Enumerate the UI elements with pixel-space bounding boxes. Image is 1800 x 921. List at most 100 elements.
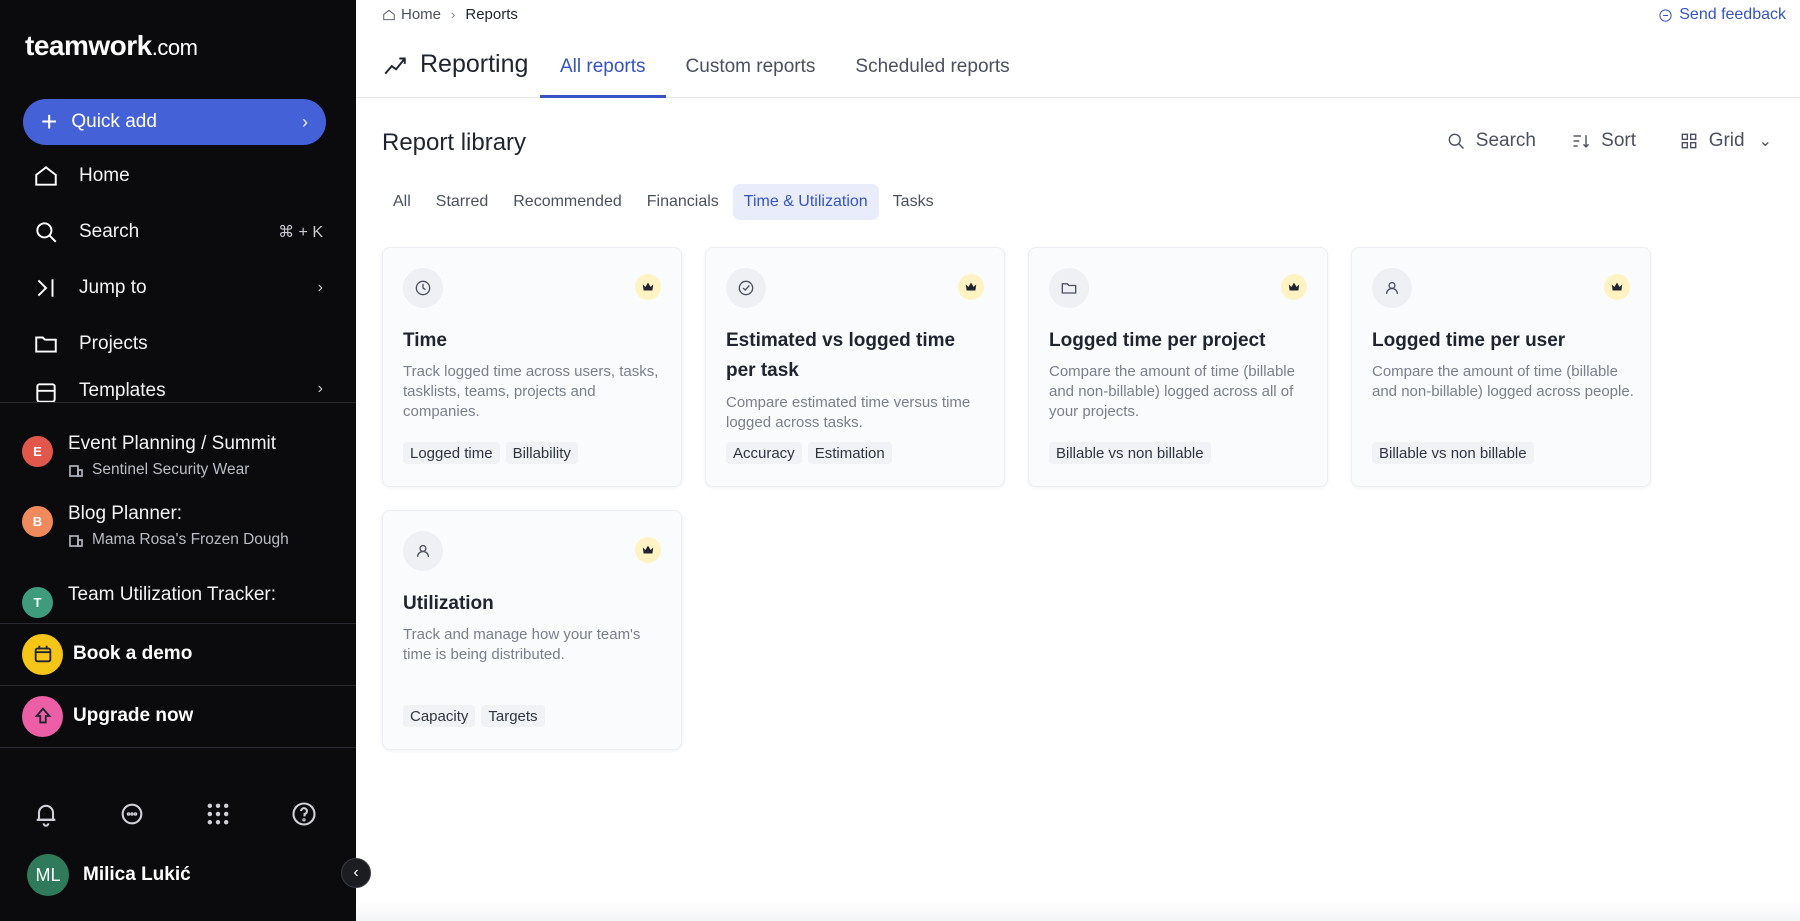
- home-icon: [383, 9, 395, 20]
- help-icon[interactable]: [290, 800, 318, 828]
- project-client: Sentinel Security Wear: [68, 461, 249, 479]
- upgrade-arrow-icon: [22, 695, 63, 737]
- plus-icon: +: [41, 106, 58, 137]
- sidebar-item-home[interactable]: Home: [33, 156, 323, 196]
- sidebar-item-search[interactable]: Search ⌘ + K: [33, 212, 323, 252]
- quick-add-button[interactable]: + Quick add ›: [23, 99, 326, 145]
- book-demo-label: Book a demo: [73, 643, 193, 664]
- report-card-description: Track logged time across users, tasks, t…: [403, 363, 659, 420]
- logo-suffix: .com: [151, 35, 198, 60]
- chevron-right-icon: ›: [302, 111, 308, 132]
- user-profile[interactable]: ML Milica Lukić: [27, 854, 191, 896]
- sidebar-item-label: Search: [79, 221, 140, 242]
- chat-icon[interactable]: [118, 800, 146, 828]
- bell-icon[interactable]: [32, 800, 60, 828]
- check-circle-icon: [726, 268, 766, 308]
- category-filters: All Starred Recommended Financials Time …: [382, 184, 948, 220]
- report-card-description: Track and manage how your team's time is…: [403, 626, 641, 663]
- project-title: Blog Planner:: [68, 503, 183, 524]
- reporting-icon: [384, 57, 406, 74]
- tag: Billable vs non billable: [1372, 442, 1534, 464]
- breadcrumb: Home › Reports: [382, 6, 518, 23]
- view-mode-dropdown[interactable]: Grid ⌄: [1679, 130, 1772, 152]
- filter-financials[interactable]: Financials: [636, 184, 730, 220]
- user-icon: [403, 531, 443, 571]
- tag: Accuracy: [726, 442, 802, 464]
- home-icon: [35, 166, 57, 186]
- quick-add-label: Quick add: [71, 111, 157, 132]
- send-feedback-label: Send feedback: [1679, 6, 1786, 23]
- report-card[interactable]: Logged time per user Compare the amount …: [1351, 247, 1651, 487]
- sidebar-item-templates[interactable]: Templates ›: [33, 380, 323, 402]
- search-button[interactable]: Search: [1446, 130, 1536, 152]
- crown-icon: [1281, 274, 1307, 300]
- feedback-icon: [1659, 8, 1672, 22]
- sidebar-item-jump-to[interactable]: Jump to ›: [33, 268, 323, 308]
- sidebar-item-projects[interactable]: Projects: [33, 324, 323, 364]
- crown-icon: [635, 537, 661, 563]
- avatar: ML: [27, 854, 69, 896]
- search-icon: [36, 222, 57, 243]
- send-feedback-link[interactable]: Send feedback: [1658, 6, 1786, 24]
- collapse-sidebar-button[interactable]: ‹: [341, 858, 371, 888]
- sort-button[interactable]: Sort: [1571, 130, 1636, 152]
- sort-icon: [1573, 135, 1590, 148]
- report-card-tags: Billable vs non billable: [1372, 442, 1540, 464]
- company-icon: [69, 465, 83, 477]
- view-mode-label: Grid: [1708, 130, 1745, 151]
- project-avatar: T: [22, 587, 53, 618]
- tag: Capacity: [403, 705, 476, 727]
- tab-all-reports[interactable]: All reports: [540, 50, 666, 98]
- breadcrumb-current: Reports: [465, 6, 518, 23]
- chevron-right-icon: ›: [317, 279, 323, 296]
- upgrade-label: Upgrade now: [73, 705, 194, 726]
- filter-starred[interactable]: Starred: [425, 184, 499, 220]
- tab-custom-reports[interactable]: Custom reports: [666, 50, 836, 98]
- main-content: Home › Reports Send feedback Reporting A…: [356, 0, 1800, 921]
- filter-all[interactable]: All: [382, 184, 422, 220]
- filter-recommended[interactable]: Recommended: [502, 184, 633, 220]
- upgrade-button[interactable]: Upgrade now: [22, 694, 342, 738]
- report-card[interactable]: Estimated vs logged time per task Compar…: [705, 247, 1005, 487]
- section-title: Report library: [382, 129, 527, 156]
- project-title: Event Planning / Summit: [68, 433, 277, 454]
- templates-icon: [36, 383, 56, 402]
- recent-projects-list: E Event Planning / Summit Sentinel Secur…: [0, 402, 356, 624]
- client-name: Mama Rosa's Frozen Dough: [92, 531, 289, 548]
- report-card[interactable]: Logged time per project Compare the amou…: [1028, 247, 1328, 487]
- user-name: Milica Lukić: [83, 864, 191, 885]
- breadcrumb-home[interactable]: Home: [401, 6, 441, 23]
- folder-icon: [35, 336, 57, 353]
- teamwork-logo[interactable]: teamwork.com: [25, 30, 198, 62]
- report-card[interactable]: Time Track logged time across users, tas…: [382, 247, 682, 487]
- report-card-tags: Billable vs non billable: [1049, 442, 1217, 464]
- filter-time-utilization[interactable]: Time & Utilization: [732, 184, 879, 220]
- search-icon: [1448, 133, 1464, 150]
- project-title: Team Utilization Tracker:: [68, 584, 277, 605]
- tag: Billability: [505, 442, 578, 464]
- company-icon: [69, 535, 83, 547]
- sidebar-item-label: Jump to: [79, 277, 147, 298]
- report-tabs: All reports Custom reports Scheduled rep…: [540, 50, 1030, 98]
- book-demo-button[interactable]: Book a demo: [22, 632, 342, 676]
- filter-tasks[interactable]: Tasks: [882, 184, 945, 220]
- crown-icon: [1604, 274, 1630, 300]
- sidebar-item-label: Projects: [79, 333, 148, 354]
- report-card[interactable]: Utilization Track and manage how your te…: [382, 510, 682, 750]
- logo-text: teamwork: [25, 30, 152, 61]
- jump-to-icon: [37, 279, 54, 297]
- tab-scheduled-reports[interactable]: Scheduled reports: [835, 50, 1029, 98]
- sidebar: teamwork.com + Quick add › Home Search ⌘…: [0, 0, 356, 921]
- sidebar-divider: [0, 747, 356, 748]
- client-name: Sentinel Security Wear: [92, 461, 250, 478]
- sidebar-item-label: Home: [79, 165, 130, 186]
- report-card-title: Utilization: [403, 593, 494, 614]
- page-header: Home › Reports Send feedback Reporting A…: [356, 0, 1800, 98]
- folder-icon: [1049, 268, 1089, 308]
- grid-icon: [1681, 133, 1697, 149]
- tag: Estimation: [807, 442, 892, 464]
- apps-grid-icon[interactable]: [204, 800, 232, 828]
- report-card-title: Estimated vs logged time per task: [726, 330, 956, 381]
- sidebar-divider: [0, 685, 356, 686]
- report-card-title: Time: [403, 330, 448, 351]
